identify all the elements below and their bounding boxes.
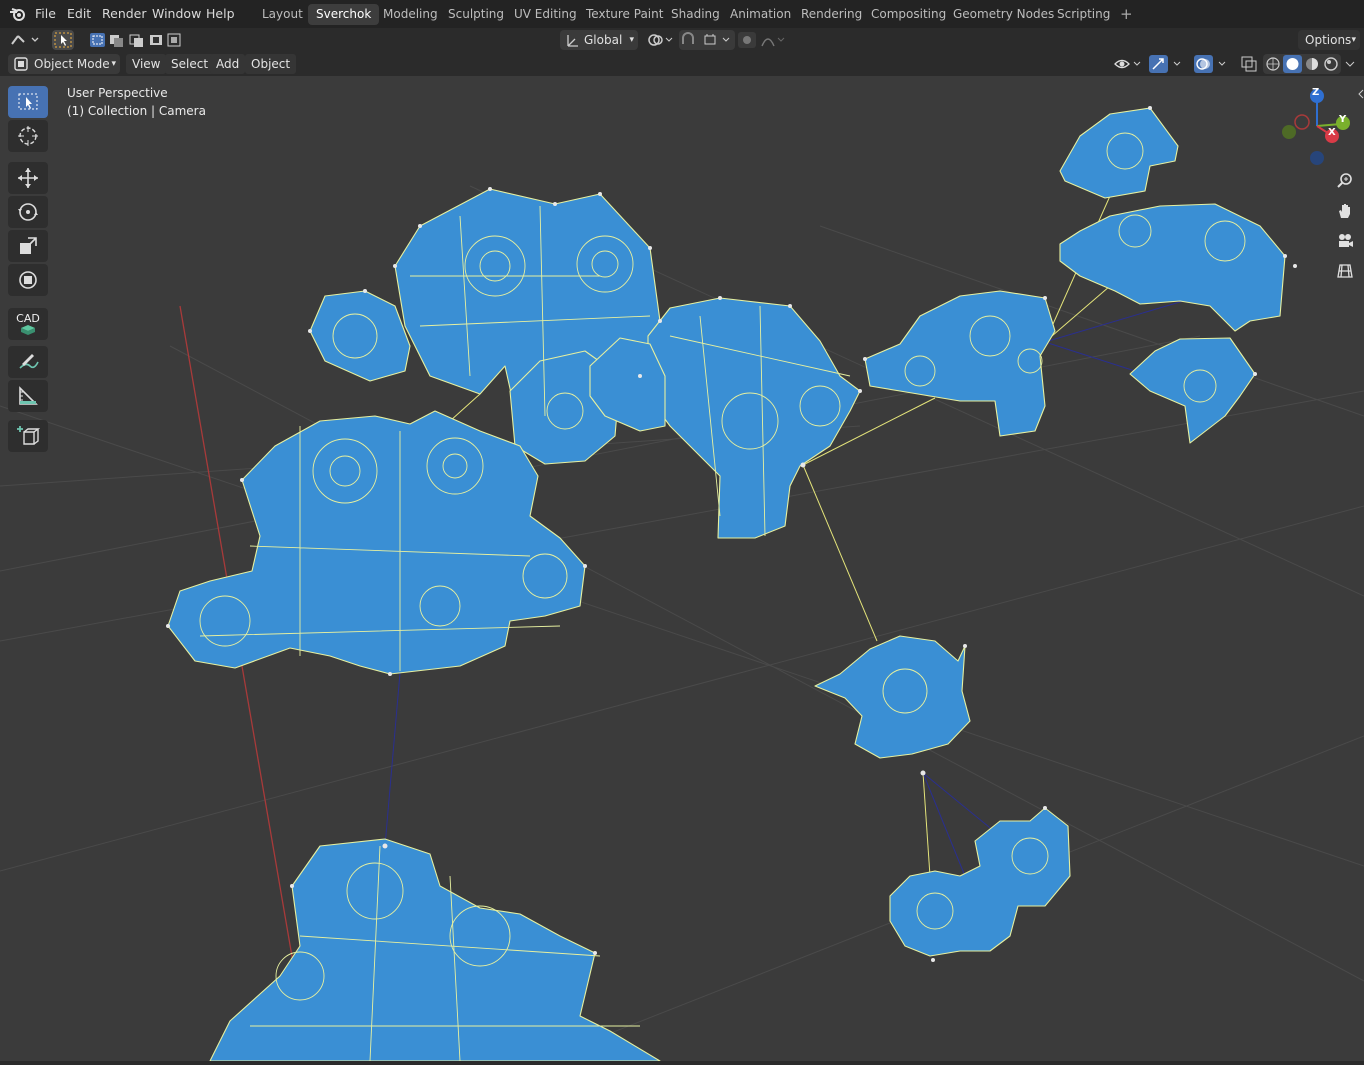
zoom-icon[interactable] bbox=[1332, 168, 1358, 194]
blender-logo-icon[interactable] bbox=[8, 4, 28, 24]
move-tool[interactable] bbox=[8, 162, 48, 194]
tab-compositing[interactable]: Compositing bbox=[863, 4, 954, 25]
snap-controls[interactable] bbox=[679, 30, 735, 50]
chevron-down-icon: ▾ bbox=[111, 59, 116, 69]
mesh-monkey-center bbox=[647, 297, 861, 539]
scale-tool[interactable] bbox=[8, 230, 48, 262]
perspective-label: User Perspective bbox=[67, 86, 168, 100]
mesh-monkey-right-lower bbox=[1129, 337, 1256, 444]
menu-view[interactable]: View bbox=[126, 54, 167, 74]
tab-geometry-nodes[interactable]: Geometry Nodes bbox=[945, 4, 1062, 25]
menu-edit[interactable]: Edit bbox=[67, 4, 91, 24]
collection-label: (1) Collection | Camera bbox=[67, 104, 206, 118]
selection-mode-icons[interactable] bbox=[88, 30, 184, 50]
mesh-monkey-right-cluster bbox=[1059, 203, 1286, 332]
meshes bbox=[167, 107, 1286, 1061]
options-dropdown[interactable]: Options ▾ bbox=[1298, 30, 1360, 50]
shading-mode-buttons[interactable] bbox=[1263, 54, 1341, 74]
tab-uv-editing[interactable]: UV Editing bbox=[506, 4, 585, 25]
menu-file[interactable]: File bbox=[35, 4, 56, 24]
menu-render[interactable]: Render bbox=[102, 4, 147, 24]
viewport-header: Object Mode ▾ View Select Add Object bbox=[0, 52, 1364, 76]
select-tool-icon[interactable] bbox=[52, 30, 74, 50]
tab-layout[interactable]: Layout bbox=[254, 4, 311, 25]
3d-viewport[interactable]: User Perspective (1) Collection | Camera… bbox=[0, 76, 1364, 1061]
tab-modeling[interactable]: Modeling bbox=[375, 4, 446, 25]
gizmo-y-label: Y bbox=[1339, 114, 1347, 125]
cad-label: CAD bbox=[16, 311, 40, 325]
editor-type-icon[interactable] bbox=[8, 30, 40, 50]
chevron-down-icon: ▾ bbox=[629, 35, 634, 45]
options-label: Options bbox=[1305, 33, 1352, 47]
menu-help[interactable]: Help bbox=[206, 4, 235, 24]
mesh-monkey-lower-right bbox=[814, 635, 971, 759]
overlays-toggle-icon[interactable] bbox=[1193, 54, 1233, 74]
x-axis-line bbox=[179, 305, 311, 1061]
mesh-monkey-large-top-ear bbox=[309, 290, 411, 382]
tab-sverchok[interactable]: Sverchok bbox=[308, 4, 380, 25]
gizmo-neg-y bbox=[1282, 125, 1296, 139]
top-menu-bar: File Edit Render Window Help Layout Sver… bbox=[0, 0, 1364, 28]
object-mode-icon bbox=[14, 57, 28, 77]
transform-orientation-dropdown[interactable]: Global ▾ bbox=[560, 30, 638, 50]
status-bar-edge bbox=[0, 1061, 1364, 1065]
tab-sculpting[interactable]: Sculpting bbox=[440, 4, 512, 25]
visibility-icon[interactable] bbox=[1112, 54, 1144, 74]
plus-icon[interactable]: + bbox=[1112, 4, 1141, 25]
menu-object[interactable]: Object bbox=[245, 54, 297, 74]
tab-texture-paint[interactable]: Texture Paint bbox=[578, 4, 671, 25]
navigation-gizmo[interactable]: Z Y X bbox=[1276, 84, 1356, 172]
tab-rendering[interactable]: Rendering bbox=[793, 4, 870, 25]
add-cube-tool[interactable] bbox=[8, 420, 48, 452]
menu-select[interactable]: Select bbox=[165, 54, 215, 74]
pivot-point-icon[interactable] bbox=[645, 30, 675, 50]
mode-dropdown[interactable]: Object Mode ▾ bbox=[8, 54, 120, 74]
proportional-edit-icons[interactable] bbox=[738, 30, 788, 50]
tab-scripting[interactable]: Scripting bbox=[1049, 4, 1118, 25]
mesh-monkey-right-mid bbox=[864, 290, 1056, 437]
rotate-tool[interactable] bbox=[8, 196, 48, 228]
tab-animation[interactable]: Animation bbox=[722, 4, 799, 25]
chevron-down-icon[interactable] bbox=[1342, 54, 1358, 74]
measure-tool[interactable] bbox=[8, 380, 48, 412]
tab-shading[interactable]: Shading bbox=[663, 4, 728, 25]
sidebar-toggle-icon[interactable] bbox=[1358, 88, 1364, 102]
select-box-tool[interactable] bbox=[8, 86, 48, 118]
gizmo-x-label: X bbox=[1328, 127, 1336, 138]
menu-add[interactable]: Add bbox=[210, 54, 246, 74]
cad-transform-tool[interactable]: CAD bbox=[8, 308, 48, 340]
gizmo-z-label: Z bbox=[1312, 87, 1320, 98]
perspective-toggle-icon[interactable] bbox=[1332, 258, 1358, 284]
gizmo-neg-x bbox=[1294, 114, 1310, 130]
chevron-down-icon: ▾ bbox=[1351, 35, 1356, 45]
menu-window[interactable]: Window bbox=[152, 4, 201, 24]
cursor-tool[interactable] bbox=[8, 120, 48, 152]
mode-label: Object Mode bbox=[34, 57, 110, 71]
mesh-monkey-mid-left bbox=[167, 410, 586, 675]
tool-header: Global ▾ Options ▾ bbox=[0, 28, 1364, 52]
camera-view-icon[interactable] bbox=[1332, 228, 1358, 254]
xray-toggle-icon[interactable] bbox=[1239, 54, 1259, 74]
gizmo-neg-z bbox=[1310, 151, 1324, 165]
annotate-tool[interactable] bbox=[8, 346, 48, 378]
transform-tool[interactable] bbox=[8, 264, 48, 296]
orientation-label: Global bbox=[584, 33, 623, 47]
viewport-canvas[interactable] bbox=[0, 76, 1364, 1061]
gizmo-toggle-icon[interactable] bbox=[1148, 54, 1188, 74]
mesh-monkey-top-right bbox=[1059, 107, 1179, 199]
mesh-monkey-bottom-right bbox=[889, 807, 1071, 957]
pan-hand-icon[interactable] bbox=[1332, 198, 1358, 224]
